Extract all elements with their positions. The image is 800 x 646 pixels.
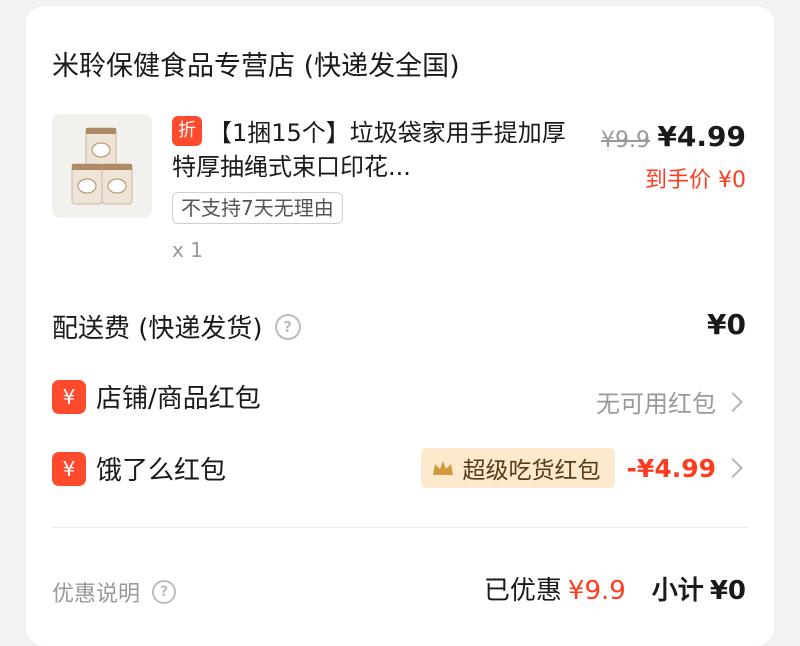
return-policy-tag: 不支持7天无理由: [172, 192, 343, 224]
store-coupon-label: 店铺/商品红包: [96, 384, 261, 414]
store-coupon-value: 无可用红包: [596, 390, 716, 418]
discount-explanation[interactable]: 优惠说明 ?: [52, 576, 177, 608]
subtotal-label: 小计: [651, 576, 704, 606]
product-thumbnail[interactable]: [52, 114, 152, 218]
yuan-icon: ¥: [52, 451, 86, 486]
product-quantity: x 1: [172, 238, 203, 262]
store-coupon-selector[interactable]: 无可用红包: [596, 384, 746, 419]
help-icon[interactable]: ?: [152, 580, 177, 604]
eleme-coupon-value: -¥4.99: [626, 453, 716, 483]
shipping-label: 配送费 (快递发货): [52, 314, 263, 344]
divider: [52, 527, 748, 528]
store-name[interactable]: 米聆保健食品专营店 (快递发全国): [52, 44, 460, 83]
product-title[interactable]: 【1捆15个】垃圾袋家用手提加厚特厚抽绳式束口印花...: [172, 116, 572, 184]
eleme-coupon-selector[interactable]: 超级吃货红包 -¥4.99: [420, 448, 746, 488]
chevron-right-icon: [723, 458, 743, 478]
chevron-right-icon: [723, 391, 743, 412]
original-price: ¥9.9: [601, 128, 650, 153]
super-foodie-tag: 超级吃货红包: [420, 448, 615, 488]
eleme-coupon-label: 饿了么红包: [96, 456, 227, 486]
discount-note-label: 优惠说明: [52, 582, 141, 607]
eleme-coupon-row[interactable]: ¥ 饿了么红包: [52, 450, 226, 487]
shipping-fee: ¥0: [707, 308, 746, 341]
discounted-value: ¥9.9: [567, 576, 626, 606]
order-summary: 已优惠 ¥9.9 小计 ¥0: [484, 570, 746, 607]
order-card: 米聆保健食品专营店 (快递发全国) 【1捆15个】垃圾袋家用手提加厚特厚抽绳式束…: [26, 6, 774, 646]
subtotal-value: ¥0: [709, 576, 746, 606]
discount-badge: 折: [172, 116, 202, 146]
yuan-icon: ¥: [52, 379, 86, 414]
crown-icon: [432, 461, 453, 475]
final-price: 到手价 ¥0: [645, 168, 746, 193]
help-icon[interactable]: ?: [274, 313, 301, 340]
super-foodie-tag-label: 超级吃货红包: [462, 458, 601, 484]
current-price: ¥4.99: [657, 120, 746, 153]
discounted-label: 已优惠: [483, 576, 562, 606]
shipping-row: 配送费 (快递发货) ?: [52, 308, 301, 345]
store-coupon-row[interactable]: ¥ 店铺/商品红包: [52, 378, 261, 415]
product-image-icon: [52, 114, 152, 218]
